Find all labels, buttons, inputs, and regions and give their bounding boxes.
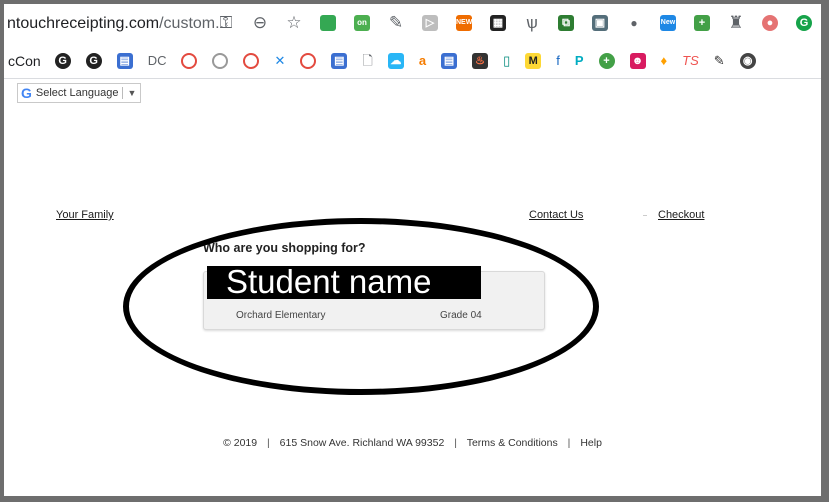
divider: | <box>567 437 571 449</box>
new-extension-icon[interactable]: NEW <box>456 15 472 31</box>
bookmark-icons: G G ▤ DC ✕ ▤ 🗋 ☁ a ▤ ♨ ▯ M f P + ☻ ♦ TS … <box>54 53 771 69</box>
bookmark-ccon[interactable]: cCon <box>8 53 41 69</box>
bookmark-facebook-icon[interactable]: f <box>556 53 560 69</box>
bookmark-ring2-icon[interactable] <box>243 53 260 69</box>
bookmark-face-icon[interactable]: ☻ <box>629 53 646 69</box>
bird-extension-icon[interactable]: ѱ <box>524 14 540 31</box>
checkout-link[interactable]: Checkout <box>658 209 704 221</box>
classroom-extension-icon[interactable] <box>320 15 336 31</box>
url-domain: ntouchreceipting.com <box>7 15 160 32</box>
pin-extension-icon[interactable]: ● <box>626 15 642 31</box>
divider: | <box>454 437 457 449</box>
key-icon[interactable]: ⚿ <box>218 14 234 31</box>
browser-window: ntouchreceipting.com/custom... ⚿ ⊖ ☆ on … <box>4 4 821 496</box>
bookmark-book-icon[interactable]: ▯ <box>503 53 510 69</box>
bookmark-star-icon[interactable]: ☆ <box>286 14 302 31</box>
bookmark-p-icon[interactable]: P <box>575 53 584 69</box>
student-name: Student name <box>226 263 432 300</box>
bookmark-ts-icon[interactable]: TS <box>682 53 699 69</box>
qr-code-extension-icon[interactable]: ▦ <box>490 15 506 31</box>
google-g-icon: G <box>21 85 32 101</box>
student-card[interactable]: Student name Orchard Elementary Grade 04 <box>203 264 545 330</box>
bookmark-amazon-icon[interactable]: a <box>419 53 426 69</box>
draw-extension-icon[interactable]: ✎ <box>388 14 404 31</box>
robot-extension-icon[interactable]: ♜ <box>728 14 744 31</box>
chevron-down-icon: ▼ <box>127 88 137 98</box>
bookmark-circle-icon[interactable]: ◉ <box>739 53 756 69</box>
terms-link[interactable]: Terms & Conditions <box>467 437 558 449</box>
your-family-link[interactable]: Your Family <box>56 209 114 221</box>
screencast-extension-icon[interactable]: ▷ <box>422 15 438 31</box>
bookmark-g2-icon[interactable]: G <box>85 53 102 69</box>
on-extension-icon[interactable]: on <box>354 15 370 31</box>
bookmark-fire-icon[interactable]: ♨ <box>472 53 489 69</box>
url-text[interactable]: ntouchreceipting.com/custom... <box>7 15 228 33</box>
address-text: 615 Snow Ave. Richland WA 99352 <box>279 437 445 449</box>
bookmark-m-icon[interactable]: M <box>525 53 542 69</box>
bookmark-dc[interactable]: DC <box>148 53 167 69</box>
cast-extension-icon[interactable]: ⧉ <box>558 15 574 31</box>
bookmark-ring3-icon[interactable] <box>300 53 317 69</box>
bookmark-calendar-icon[interactable]: ▤ <box>116 53 133 69</box>
plus-doc-extension-icon[interactable]: + <box>694 15 710 31</box>
contact-us-link[interactable]: Contact Us <box>529 209 583 221</box>
bookmark-doc-icon[interactable]: 🗋 <box>362 53 372 69</box>
bookmark-g1-icon[interactable]: G <box>54 53 71 69</box>
record-extension-icon[interactable]: ● <box>762 15 778 31</box>
bookmark-gear-icon[interactable] <box>212 53 229 69</box>
bookmark-pen-icon[interactable]: ✎ <box>714 53 725 69</box>
zoom-icon[interactable]: ⊖ <box>252 14 268 31</box>
address-bar-icons: ⚿ ⊖ ☆ on ✎ ▷ NEW ▦ ѱ ⧉ ▣ ● New + ♜ ● G ✓ <box>218 14 821 31</box>
select-language-label: Select Language <box>35 87 119 99</box>
shopping-for-heading: Who are you shopping for? <box>203 241 366 255</box>
new-badge-extension-icon[interactable]: New <box>660 15 676 31</box>
bookmark-puzzle-icon[interactable]: ♦ <box>661 53 668 69</box>
bookmark-calendar3-icon[interactable]: ▤ <box>441 53 458 69</box>
student-name-banner: Student name <box>207 263 481 300</box>
divider <box>643 215 647 216</box>
bookmarks-bar: cCon G G ▤ DC ✕ ▤ 🗋 ☁ a ▤ ♨ ▯ M f P + ☻ … <box>4 44 821 79</box>
bookmark-ring1-icon[interactable] <box>181 53 198 69</box>
select-language-widget[interactable]: G Select Language ▼ <box>17 83 142 103</box>
footer: © 2019 | 615 Snow Ave. Richland WA 99352… <box>4 437 821 449</box>
bookmark-plus-icon[interactable]: + <box>598 53 615 69</box>
address-bar[interactable]: ntouchreceipting.com/custom... ⚿ ⊖ ☆ on … <box>4 4 821 44</box>
school-name: Orchard Elementary <box>236 310 326 321</box>
shield-extension-icon[interactable]: ▣ <box>592 15 608 31</box>
divider <box>122 87 124 99</box>
grammarly-extension-icon[interactable]: G <box>796 15 812 31</box>
help-link[interactable]: Help <box>580 437 602 449</box>
copyright-text: © 2019 <box>223 437 258 449</box>
divider: | <box>267 437 270 449</box>
bookmark-x-icon[interactable]: ✕ <box>274 53 285 69</box>
bookmark-cloud-icon[interactable]: ☁ <box>387 53 404 69</box>
bookmark-calendar2-icon[interactable]: ▤ <box>331 53 348 69</box>
grade-label: Grade 04 <box>440 310 482 321</box>
